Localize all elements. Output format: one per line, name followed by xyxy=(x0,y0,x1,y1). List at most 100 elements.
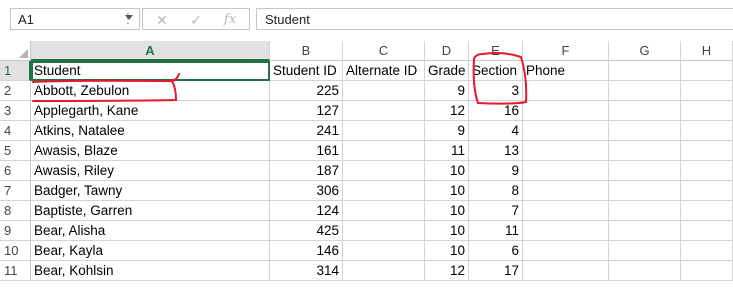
cell-f3[interactable] xyxy=(523,101,609,121)
row-header[interactable]: 8 xyxy=(0,201,31,221)
cell-a11[interactable]: Bear, Kohlsin xyxy=(31,261,270,281)
column-header-g[interactable]: G xyxy=(609,41,681,61)
close-icon[interactable]: ✕ xyxy=(151,11,173,29)
cell-c10[interactable] xyxy=(343,241,425,261)
cell-d5[interactable]: 11 xyxy=(425,141,469,161)
cell-b2[interactable]: 225 xyxy=(270,81,343,101)
cell-e4[interactable]: 4 xyxy=(469,121,523,141)
cell-e3[interactable]: 16 xyxy=(469,101,523,121)
column-header-a[interactable]: A xyxy=(31,41,270,61)
cell-e1[interactable]: Section xyxy=(469,61,523,81)
cell-f10[interactable] xyxy=(523,241,609,261)
cell-b3[interactable]: 127 xyxy=(270,101,343,121)
column-header-b[interactable]: B xyxy=(270,41,343,61)
cell-g9[interactable] xyxy=(609,221,681,241)
row-header[interactable]: 3 xyxy=(0,101,31,121)
fx-icon[interactable]: fx xyxy=(219,11,241,29)
cell-h7[interactable] xyxy=(681,181,733,201)
cell-b10[interactable]: 146 xyxy=(270,241,343,261)
cell-b5[interactable]: 161 xyxy=(270,141,343,161)
cell-c11[interactable] xyxy=(343,261,425,281)
cell-f6[interactable] xyxy=(523,161,609,181)
cell-a3[interactable]: Applegarth, Kane xyxy=(31,101,270,121)
cell-g4[interactable] xyxy=(609,121,681,141)
cell-g5[interactable] xyxy=(609,141,681,161)
cell-a2[interactable]: Abbott, Zebulon xyxy=(31,81,270,101)
cell-d10[interactable]: 10 xyxy=(425,241,469,261)
cell-g2[interactable] xyxy=(609,81,681,101)
formula-input[interactable]: Student xyxy=(256,8,733,30)
cell-a7[interactable]: Badger, Tawny xyxy=(31,181,270,201)
cell-c7[interactable] xyxy=(343,181,425,201)
cell-b6[interactable]: 187 xyxy=(270,161,343,181)
cell-h3[interactable] xyxy=(681,101,733,121)
cell-b11[interactable]: 314 xyxy=(270,261,343,281)
cell-b4[interactable]: 241 xyxy=(270,121,343,141)
drag-handle-icon[interactable]: ⋮ xyxy=(121,9,135,27)
cell-d11[interactable]: 12 xyxy=(425,261,469,281)
cell-c5[interactable] xyxy=(343,141,425,161)
column-header-f[interactable]: F xyxy=(523,41,609,61)
cell-c6[interactable] xyxy=(343,161,425,181)
cell-f4[interactable] xyxy=(523,121,609,141)
cell-d1[interactable]: Grade xyxy=(425,61,469,81)
cell-b8[interactable]: 124 xyxy=(270,201,343,221)
row-header[interactable]: 4 xyxy=(0,121,31,141)
check-icon[interactable]: ✓ xyxy=(185,11,207,29)
row-header[interactable]: 10 xyxy=(0,241,31,261)
row-header[interactable]: 5 xyxy=(0,141,31,161)
cell-d3[interactable]: 12 xyxy=(425,101,469,121)
cell-c1[interactable]: Alternate ID xyxy=(343,61,425,81)
cell-h10[interactable] xyxy=(681,241,733,261)
cell-g3[interactable] xyxy=(609,101,681,121)
cell-f5[interactable] xyxy=(523,141,609,161)
cell-g8[interactable] xyxy=(609,201,681,221)
cell-f2[interactable] xyxy=(523,81,609,101)
cell-g1[interactable] xyxy=(609,61,681,81)
cell-d9[interactable]: 10 xyxy=(425,221,469,241)
cell-c4[interactable] xyxy=(343,121,425,141)
cell-d8[interactable]: 10 xyxy=(425,201,469,221)
cell-h6[interactable] xyxy=(681,161,733,181)
cell-h5[interactable] xyxy=(681,141,733,161)
cell-b9[interactable]: 425 xyxy=(270,221,343,241)
cell-f7[interactable] xyxy=(523,181,609,201)
cell-d2[interactable]: 9 xyxy=(425,81,469,101)
cell-h4[interactable] xyxy=(681,121,733,141)
cell-a10[interactable]: Bear, Kayla xyxy=(31,241,270,261)
row-header[interactable]: 1 xyxy=(0,61,31,81)
cell-a6[interactable]: Awasis, Riley xyxy=(31,161,270,181)
cell-c8[interactable] xyxy=(343,201,425,221)
cell-h11[interactable] xyxy=(681,261,733,281)
cell-b1[interactable]: Student ID xyxy=(270,61,343,81)
cell-e11[interactable]: 17 xyxy=(469,261,523,281)
row-header[interactable]: 9 xyxy=(0,221,31,241)
cell-e10[interactable]: 6 xyxy=(469,241,523,261)
cell-g7[interactable] xyxy=(609,181,681,201)
cell-h2[interactable] xyxy=(681,81,733,101)
select-all-button[interactable] xyxy=(0,41,31,61)
cell-e9[interactable]: 11 xyxy=(469,221,523,241)
cell-a4[interactable]: Atkins, Natalee xyxy=(31,121,270,141)
cell-h1[interactable] xyxy=(681,61,733,81)
column-header-e[interactable]: E xyxy=(469,41,523,61)
cell-e7[interactable]: 8 xyxy=(469,181,523,201)
column-header-h[interactable]: H xyxy=(681,41,733,61)
cell-a5[interactable]: Awasis, Blaze xyxy=(31,141,270,161)
cell-d7[interactable]: 10 xyxy=(425,181,469,201)
cell-g11[interactable] xyxy=(609,261,681,281)
cell-h8[interactable] xyxy=(681,201,733,221)
cell-a8[interactable]: Baptiste, Garren xyxy=(31,201,270,221)
row-header[interactable]: 11 xyxy=(0,261,31,281)
cell-h9[interactable] xyxy=(681,221,733,241)
cell-g10[interactable] xyxy=(609,241,681,261)
cell-e5[interactable]: 13 xyxy=(469,141,523,161)
cell-c2[interactable] xyxy=(343,81,425,101)
cell-c9[interactable] xyxy=(343,221,425,241)
row-header[interactable]: 6 xyxy=(0,161,31,181)
cell-g6[interactable] xyxy=(609,161,681,181)
cell-e8[interactable]: 7 xyxy=(469,201,523,221)
cell-d6[interactable]: 10 xyxy=(425,161,469,181)
row-header[interactable]: 7 xyxy=(0,181,31,201)
cell-c3[interactable] xyxy=(343,101,425,121)
